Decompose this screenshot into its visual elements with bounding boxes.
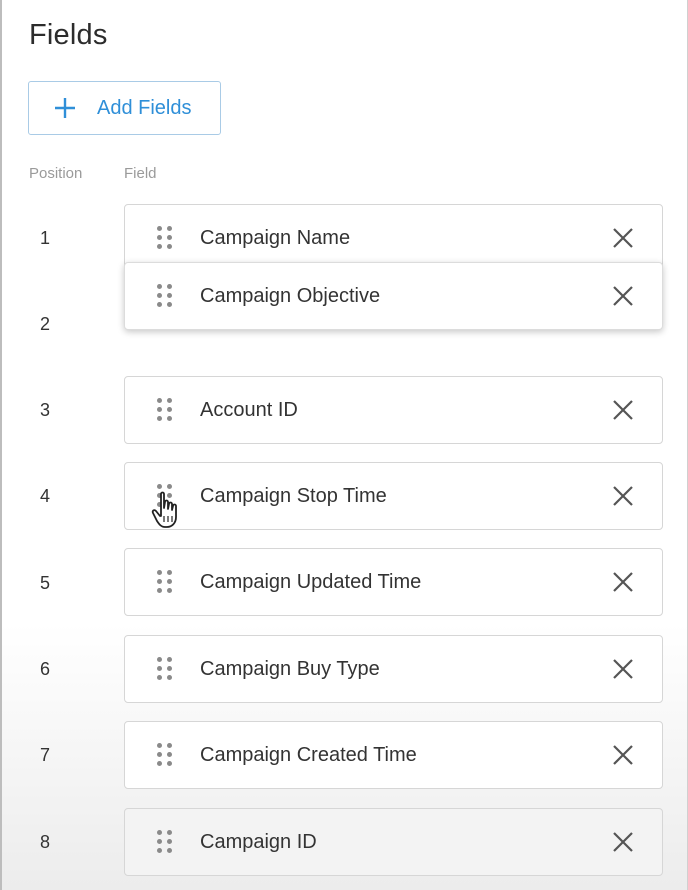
drag-handle-icon[interactable] — [157, 398, 173, 422]
position-number: 1 — [40, 228, 51, 248]
field-row[interactable]: Campaign Stop Time — [124, 462, 663, 530]
field-label: Campaign Objective — [200, 284, 381, 307]
position-number: 8 — [40, 832, 51, 852]
field-label: Campaign ID — [200, 830, 317, 853]
field-row[interactable]: Campaign Updated Time — [124, 548, 663, 616]
drag-handle-icon[interactable] — [157, 657, 173, 681]
column-header-field: Field — [124, 165, 157, 182]
field-row[interactable]: Campaign Created Time — [124, 721, 663, 789]
drag-handle-icon[interactable] — [157, 484, 173, 508]
plus-icon — [53, 96, 77, 120]
drag-handle-icon[interactable] — [157, 830, 173, 854]
field-row[interactable]: Account ID — [124, 376, 663, 444]
position-number: 6 — [40, 659, 51, 679]
close-icon[interactable] — [610, 283, 636, 309]
drag-handle-icon[interactable] — [157, 226, 173, 250]
field-label: Campaign Stop Time — [200, 484, 387, 507]
close-icon[interactable] — [610, 225, 636, 251]
drag-handle-icon[interactable] — [157, 284, 173, 308]
position-number: 7 — [40, 745, 51, 765]
close-icon[interactable] — [610, 397, 636, 423]
field-row-dragging[interactable]: Campaign Objective — [124, 262, 663, 330]
field-label: Campaign Name — [200, 226, 351, 249]
field-row[interactable]: Campaign Buy Type — [124, 635, 663, 703]
field-label: Account ID — [200, 398, 298, 421]
close-icon[interactable] — [610, 742, 636, 768]
add-fields-label: Add Fields — [97, 96, 192, 119]
close-icon[interactable] — [610, 569, 636, 595]
drag-handle-icon[interactable] — [157, 743, 173, 767]
position-number: 5 — [40, 573, 51, 593]
column-header-position: Position — [29, 165, 83, 182]
page-title: Fields — [29, 19, 108, 51]
close-icon[interactable] — [610, 656, 636, 682]
drag-handle-icon[interactable] — [157, 570, 173, 594]
panel-left-border — [0, 0, 2, 890]
position-number: 4 — [40, 486, 51, 506]
field-row[interactable]: Campaign ID — [124, 808, 663, 876]
add-fields-button[interactable]: Add Fields — [28, 81, 221, 135]
close-icon[interactable] — [610, 483, 636, 509]
position-number: 3 — [40, 400, 51, 420]
close-icon[interactable] — [610, 829, 636, 855]
field-label: Campaign Buy Type — [200, 657, 380, 680]
field-label: Campaign Created Time — [200, 743, 417, 766]
position-number: 2 — [40, 314, 51, 334]
field-label: Campaign Updated Time — [200, 570, 422, 593]
